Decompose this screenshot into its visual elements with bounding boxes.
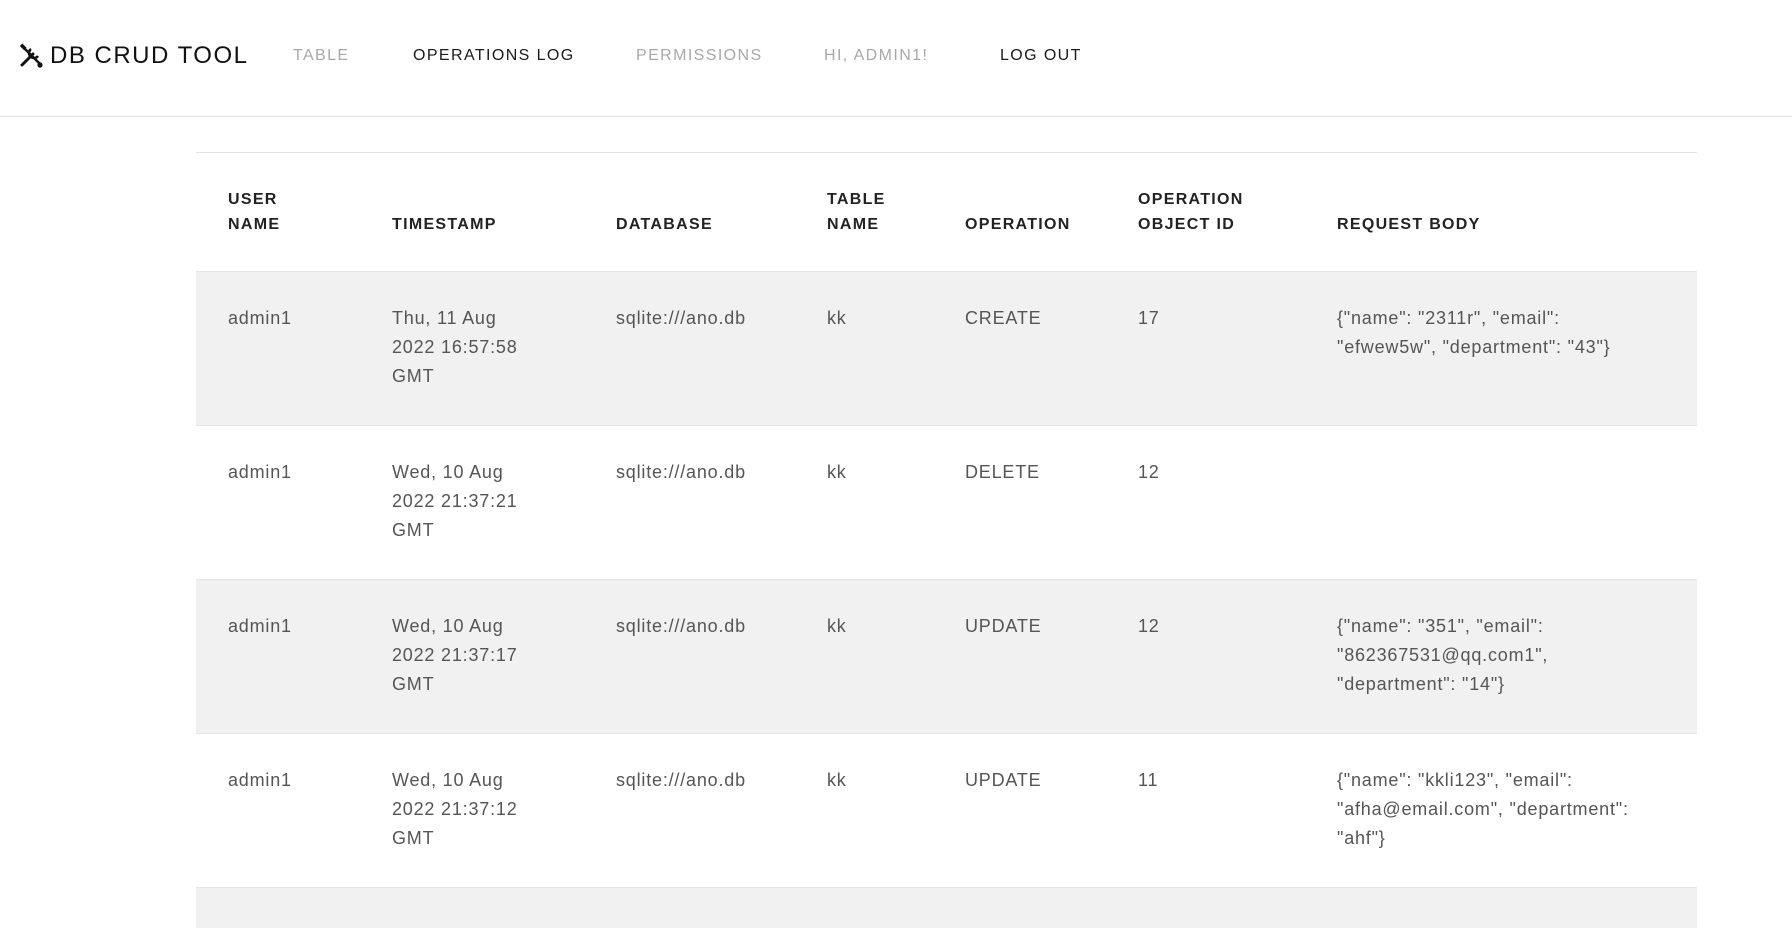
cell-database: sqlite:///ano.db: [584, 578, 795, 733]
navbar: DB CRUD TOOL TABLE OPERATIONS LOG PERMIS…: [0, 0, 1792, 117]
header-request-body: REQUEST BODY: [1337, 215, 1481, 233]
cell-object-id: 11: [1106, 732, 1305, 887]
cell-operation: UPDATE: [933, 732, 1106, 887]
cell-request-body: [1305, 424, 1697, 579]
cell-request-body: {"name": "2311r", "email": "efwew5w", "de…: [1305, 270, 1697, 425]
table-row: admin1 Wed, 10 Aug 2022 21:37:12 GMT sqlite:…: [196, 732, 1697, 887]
cell-timestamp: Wed, 10 Aug 2022 21:37:17 GMT: [360, 578, 584, 733]
table-row: admin1 Wed, 10 Aug 2022 21:37:21 GMT sqlite:…: [196, 424, 1697, 579]
cell-table-name: kk: [795, 578, 933, 733]
cell-table-name: kk: [795, 732, 933, 887]
operations-log-table: USER NAME TIMESTAMP DATABASE TABLE NAME OP…: [196, 153, 1697, 887]
cell-table-name: kk: [795, 424, 933, 579]
cell-timestamp: Thu, 11 Aug 2022 16:57:58 GMT: [360, 270, 584, 425]
header-table-name: TABLE NAME: [827, 190, 886, 233]
cell-user-name: admin1: [196, 270, 360, 425]
cell-user-name: admin1: [196, 424, 360, 579]
cell-timestamp: Wed, 10 Aug 2022 21:37:12 GMT: [360, 732, 584, 887]
table-row: admin1 Thu, 11 Aug 2022 16:57:58 GMT sqlite:…: [196, 270, 1697, 425]
cell-object-id: 17: [1106, 270, 1305, 425]
cell-object-id: 12: [1106, 578, 1305, 733]
cell-request-body: {"name": "kkli123", "email": "afha@email.…: [1305, 732, 1697, 887]
table-header-row: USER NAME TIMESTAMP DATABASE TABLE NAME OP…: [196, 153, 1697, 271]
operations-log-panel: USER NAME TIMESTAMP DATABASE TABLE NAME OP…: [196, 152, 1697, 928]
cell-user-name: admin1: [196, 578, 360, 733]
nav-table[interactable]: TABLE: [293, 47, 350, 65]
cell-database: sqlite:///ano.db: [584, 732, 795, 887]
header-operation: OPERATION: [965, 215, 1071, 233]
cell-database: sqlite:///ano.db: [584, 270, 795, 425]
cell-operation: DELETE: [933, 424, 1106, 579]
table-row: admin1 Wed, 10 Aug 2022 21:37:17 GMT sqlite:…: [196, 578, 1697, 733]
header-database: DATABASE: [616, 215, 713, 233]
brand-link[interactable]: DB CRUD TOOL: [18, 42, 248, 70]
nav-operations-log[interactable]: OPERATIONS LOG: [413, 47, 575, 65]
nav-greeting: HI, ADMIN1!: [824, 47, 929, 64]
cell-object-id: 12: [1106, 424, 1305, 579]
cell-database: sqlite:///ano.db: [584, 424, 795, 579]
cell-table-name: kk: [795, 270, 933, 425]
header-user-name: USER NAME: [228, 190, 281, 233]
tools-icon: [18, 43, 44, 69]
header-timestamp: TIMESTAMP: [392, 215, 497, 233]
cell-operation: UPDATE: [933, 578, 1106, 733]
cell-timestamp: Wed, 10 Aug 2022 21:37:21 GMT: [360, 424, 584, 579]
nav-permissions[interactable]: PERMISSIONS: [636, 47, 763, 65]
cell-user-name: admin1: [196, 732, 360, 887]
nav-logout[interactable]: LOG OUT: [1000, 47, 1082, 65]
cell-request-body: {"name": "351", "email": "862367531@qq.co…: [1305, 578, 1697, 733]
header-object-id: OPERATION OBJECT ID: [1138, 190, 1244, 233]
cell-operation: CREATE: [933, 270, 1106, 425]
brand-title: DB CRUD TOOL: [50, 42, 249, 69]
